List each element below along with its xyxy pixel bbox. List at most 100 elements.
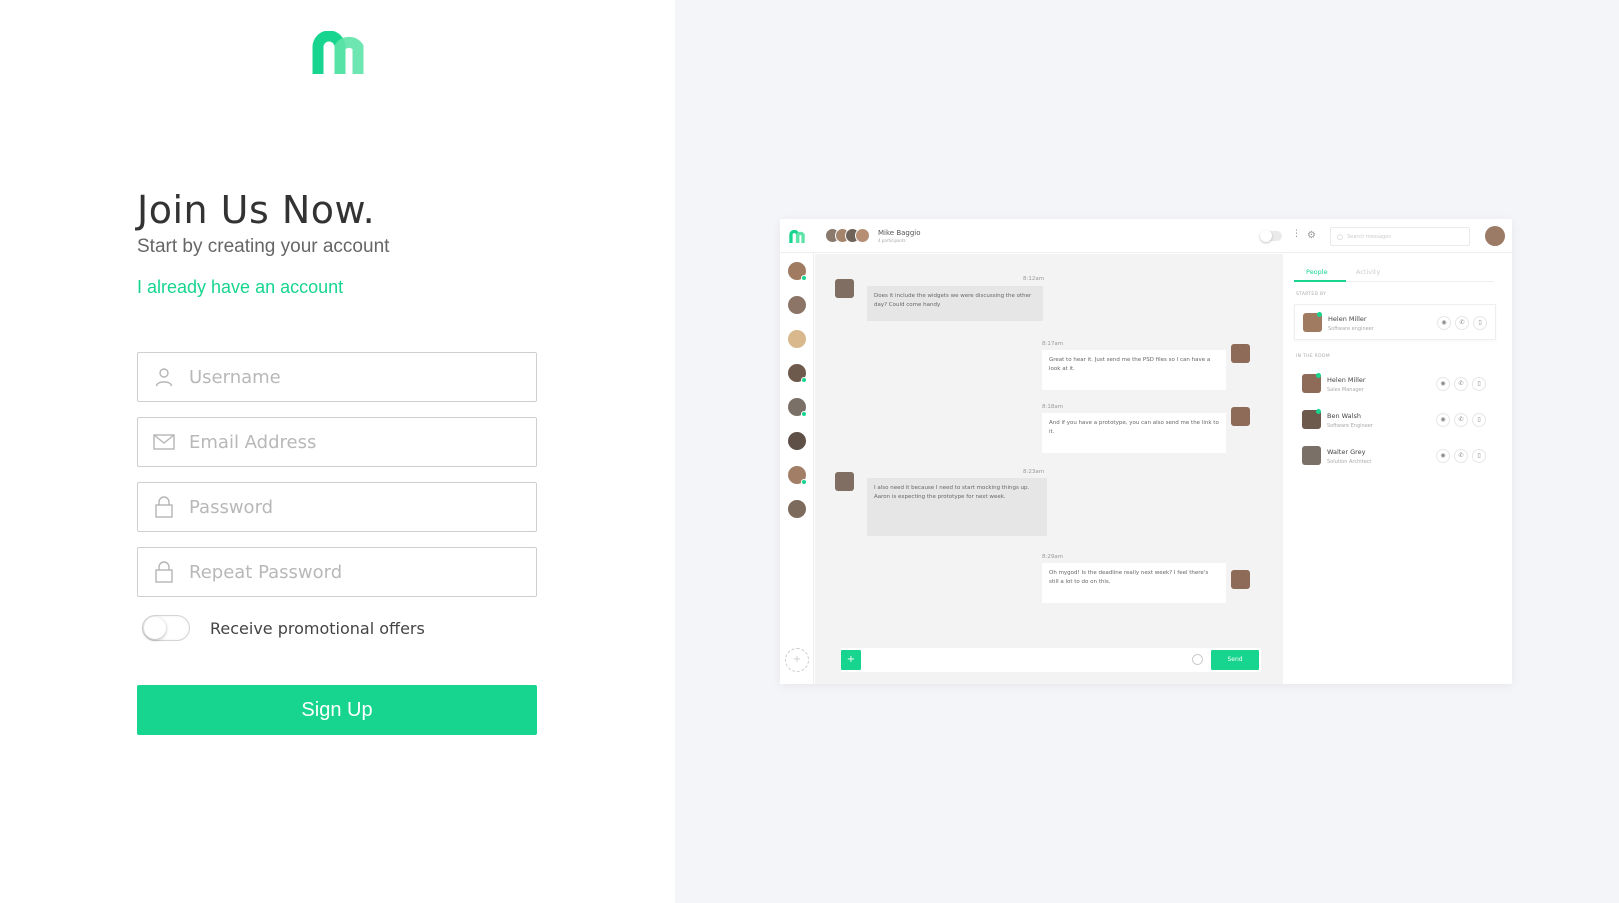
file-icon: ▯ <box>1472 449 1486 463</box>
file-icon: ▯ <box>1473 316 1487 330</box>
preview-logo <box>789 230 805 243</box>
plus-icon: + <box>841 650 861 670</box>
person-name: Helen Miller <box>1328 315 1367 323</box>
preview-composer: + Send <box>841 648 1261 672</box>
message-bubble: Oh mygod! Is the deadline really next we… <box>1042 563 1226 603</box>
person-role: Solution Architect <box>1327 459 1372 465</box>
person-card: Walter Grey Solution Architect ◉ ✆ ▯ <box>1294 438 1496 474</box>
message-time: 8:12am <box>1023 276 1045 282</box>
conversation-name: Mike Baggio <box>878 229 921 237</box>
online-dot <box>1317 312 1322 317</box>
emoji-icon <box>1192 654 1203 665</box>
person-card: Helen Miller Sales Manager ◉ ✆ ▯ <box>1294 366 1496 402</box>
person-role: Software engineer <box>1328 326 1374 332</box>
password-field[interactable] <box>137 482 537 532</box>
message-time: 8:18am <box>1042 404 1064 410</box>
sign-up-button[interactable]: Sign Up <box>137 685 537 735</box>
file-icon: ▯ <box>1472 377 1486 391</box>
tab-activity: Activity <box>1356 268 1381 276</box>
tab-people: People <box>1306 268 1328 276</box>
message-time: 8:17am <box>1042 341 1064 347</box>
toggle-knob <box>144 617 166 639</box>
lock-icon <box>153 496 175 518</box>
phone-icon: ✆ <box>1455 316 1469 330</box>
person-name: Ben Walsh <box>1327 412 1361 420</box>
eye-icon: ◉ <box>1437 316 1451 330</box>
person-card: Ben Walsh Software Engineer ◉ ✆ ▯ <box>1294 402 1496 438</box>
message-bubble: Does it include the widgets we were disc… <box>867 286 1043 321</box>
participant-count: 4 participants <box>878 238 906 243</box>
message-bubble: And if you have a prototype, you can als… <box>1042 413 1226 453</box>
email-input[interactable] <box>189 431 509 453</box>
avatar <box>835 472 854 491</box>
repeat-password-input[interactable] <box>189 561 509 583</box>
avatar <box>1231 407 1250 426</box>
lock-icon <box>153 561 175 583</box>
avatar <box>855 228 870 243</box>
avatar <box>788 364 807 383</box>
username-input[interactable] <box>189 366 509 388</box>
avatar <box>788 398 807 417</box>
envelope-icon <box>153 431 175 453</box>
eye-icon: ◉ <box>1436 449 1450 463</box>
avatar <box>1231 570 1250 589</box>
promo-toggle[interactable] <box>142 615 190 641</box>
page-title: Join Us Now. <box>137 188 376 232</box>
preview-header: Mike Baggio 4 participants ⋮ ⚙ ○ Search … <box>780 219 1512 253</box>
message-time: 8:23am <box>1023 469 1045 475</box>
phone-icon: ✆ <box>1454 377 1468 391</box>
file-icon: ▯ <box>1472 413 1486 427</box>
participant-avatars <box>825 228 870 243</box>
user-icon <box>153 366 175 388</box>
person-role: Sales Manager <box>1327 387 1364 393</box>
add-icon: + <box>785 648 809 672</box>
avatar <box>788 330 806 348</box>
preview-send-button: Send <box>1211 650 1259 670</box>
eye-icon: ◉ <box>1436 377 1450 391</box>
online-dot <box>1316 409 1321 414</box>
username-field[interactable] <box>137 352 537 402</box>
page-subtitle: Start by creating your account <box>137 236 390 257</box>
avatar <box>1485 226 1505 246</box>
section-label: IN THE ROOM <box>1296 354 1330 359</box>
message-time: 8:29am <box>1042 554 1064 560</box>
person-name: Walter Grey <box>1327 448 1366 456</box>
avatar <box>788 262 807 281</box>
password-input[interactable] <box>189 496 509 518</box>
avatar <box>1231 344 1250 363</box>
person-card: Helen Miller Software engineer ◉ ✆ ▯ <box>1294 304 1496 340</box>
search-icon: ○ <box>1337 232 1344 241</box>
phone-icon: ✆ <box>1454 413 1468 427</box>
preview-chat: 8:12am Does it include the widgets we we… <box>815 254 1283 684</box>
more-icon: ⋮ <box>1292 229 1301 239</box>
avatar <box>788 500 806 518</box>
search-placeholder: Search messages <box>1347 233 1391 240</box>
promo-toggle-label: Receive promotional offers <box>210 619 425 638</box>
email-field[interactable] <box>137 417 537 467</box>
app-logo <box>312 31 364 74</box>
avatar <box>1302 446 1321 465</box>
section-label: STARTED BY <box>1296 292 1327 297</box>
eye-icon: ◉ <box>1436 413 1450 427</box>
login-link[interactable]: I already have an account <box>137 277 343 298</box>
signup-page: Join Us Now. Start by creating your acco… <box>0 0 1619 903</box>
online-dot <box>1316 373 1321 378</box>
repeat-password-field[interactable] <box>137 547 537 597</box>
message-bubble: I also need it because I need to start m… <box>867 478 1047 536</box>
avatar <box>788 466 807 485</box>
message-bubble: Great to hear it. Just send me the PSD f… <box>1042 350 1226 390</box>
preview-panel: Mike Baggio 4 participants ⋮ ⚙ ○ Search … <box>675 0 1619 903</box>
preview-sidebar: + <box>780 253 814 684</box>
avatar <box>835 279 854 298</box>
preview-search: ○ Search messages <box>1330 227 1470 246</box>
phone-icon: ✆ <box>1454 449 1468 463</box>
signup-panel: Join Us Now. Start by creating your acco… <box>0 0 675 903</box>
preview-toggle <box>1260 230 1282 242</box>
person-name: Helen Miller <box>1327 376 1366 384</box>
person-role: Software Engineer <box>1327 423 1373 429</box>
preview-people-panel: People Activity STARTED BY Helen Miller … <box>1284 254 1512 684</box>
preview-tabs: People Activity <box>1294 262 1494 282</box>
avatar <box>788 432 806 450</box>
avatar <box>788 296 806 314</box>
gear-icon: ⚙ <box>1307 230 1316 241</box>
